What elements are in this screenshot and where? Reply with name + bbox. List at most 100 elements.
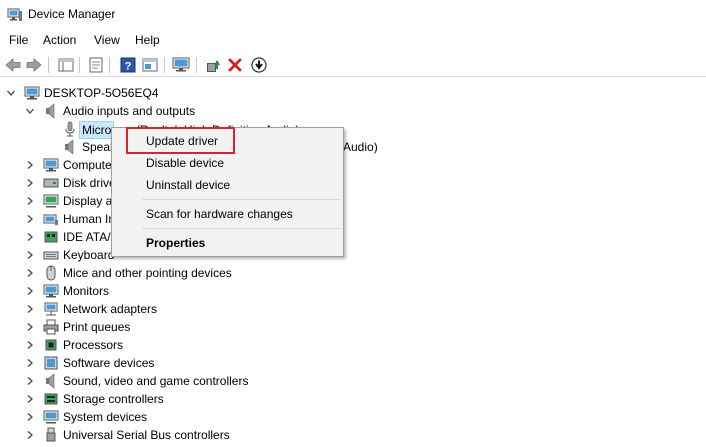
menu-separator bbox=[142, 199, 340, 200]
disable-device-menu-item[interactable]: Disable device bbox=[146, 154, 224, 172]
category-label: Mice and other pointing devices bbox=[63, 266, 232, 280]
tree-category-print-queues[interactable]: Print queues bbox=[0, 318, 300, 336]
tree-category-audio[interactable]: Audio inputs and outputs bbox=[0, 102, 300, 120]
network-adapter-icon bbox=[43, 301, 59, 317]
device-manager-icon bbox=[7, 8, 23, 22]
software-device-icon bbox=[43, 355, 59, 371]
highlight-box bbox=[126, 127, 235, 154]
toolbar-separator bbox=[196, 57, 197, 73]
chevron-right-icon[interactable] bbox=[25, 412, 35, 422]
update-driver-icon[interactable] bbox=[203, 55, 223, 75]
tree-category-storage-controllers[interactable]: Storage controllers bbox=[0, 390, 300, 408]
help-icon[interactable]: ? bbox=[118, 55, 138, 75]
toolbar-separator bbox=[164, 57, 165, 73]
speaker-icon bbox=[62, 139, 78, 155]
window-title: Device Manager bbox=[28, 7, 116, 21]
disable-device-icon[interactable] bbox=[249, 55, 269, 75]
chevron-right-icon[interactable] bbox=[25, 304, 35, 314]
scan-hardware-menu-item[interactable]: Scan for hardware changes bbox=[146, 205, 293, 223]
menu-file[interactable]: File bbox=[9, 33, 28, 47]
category-label: Software devices bbox=[63, 356, 155, 370]
toolbar: ? bbox=[0, 53, 706, 77]
root-label: DESKTOP-5O56EQ4 bbox=[44, 86, 159, 100]
category-label: Disk drive bbox=[63, 176, 116, 190]
speaker-icon bbox=[43, 373, 59, 389]
category-label: Display a bbox=[63, 194, 113, 208]
chevron-right-icon[interactable] bbox=[25, 160, 35, 170]
chevron-right-icon[interactable] bbox=[25, 232, 35, 242]
category-label: Compute bbox=[63, 158, 112, 172]
chevron-right-icon[interactable] bbox=[25, 376, 35, 386]
ide-controller-icon bbox=[43, 229, 59, 245]
chevron-right-icon[interactable] bbox=[25, 340, 35, 350]
chevron-right-icon[interactable] bbox=[25, 430, 35, 440]
tree-category-system-devices[interactable]: System devices bbox=[0, 408, 300, 426]
category-label: Audio inputs and outputs bbox=[63, 104, 196, 118]
tree-category-mice[interactable]: Mice and other pointing devices bbox=[0, 264, 300, 282]
processor-icon bbox=[43, 337, 59, 353]
category-label: System devices bbox=[63, 410, 148, 424]
chevron-right-icon[interactable] bbox=[25, 322, 35, 332]
back-icon[interactable] bbox=[3, 55, 23, 75]
uninstall-icon[interactable] bbox=[225, 55, 245, 75]
mouse-icon bbox=[43, 265, 59, 281]
chevron-right-icon[interactable] bbox=[25, 196, 35, 206]
action-pane-icon[interactable] bbox=[140, 55, 160, 75]
speaker-icon bbox=[43, 103, 59, 119]
properties-icon[interactable] bbox=[86, 55, 106, 75]
computer-icon bbox=[43, 157, 59, 173]
properties-menu-item[interactable]: Properties bbox=[146, 234, 205, 252]
device-label: Micro bbox=[79, 121, 115, 139]
device-label-tail: Audio) bbox=[343, 140, 378, 154]
human-interface-icon bbox=[43, 211, 59, 227]
category-label: Keyboard bbox=[63, 248, 115, 262]
category-label: Universal Serial Bus controllers bbox=[63, 428, 230, 442]
menu-help[interactable]: Help bbox=[135, 33, 160, 47]
show-hide-console-tree-icon[interactable] bbox=[56, 55, 76, 75]
chevron-right-icon[interactable] bbox=[25, 250, 35, 260]
tree-category-monitors[interactable]: Monitors bbox=[0, 282, 300, 300]
svg-text:?: ? bbox=[125, 61, 132, 73]
computer-icon bbox=[24, 85, 40, 101]
category-label: Sound, video and game controllers bbox=[63, 374, 249, 388]
menu-view[interactable]: View bbox=[94, 33, 120, 47]
chevron-right-icon[interactable] bbox=[25, 358, 35, 368]
tree-category-software-devices[interactable]: Software devices bbox=[0, 354, 300, 372]
chevron-down-icon[interactable] bbox=[25, 106, 35, 116]
tree-category-processors[interactable]: Processors bbox=[0, 336, 300, 354]
chevron-right-icon[interactable] bbox=[25, 286, 35, 296]
storage-controller-icon bbox=[43, 391, 59, 407]
title-bar: Device Manager bbox=[0, 0, 706, 30]
tree-category-sound-video[interactable]: Sound, video and game controllers bbox=[0, 372, 300, 390]
toolbar-separator bbox=[79, 57, 80, 73]
chevron-right-icon[interactable] bbox=[25, 394, 35, 404]
scan-hardware-icon[interactable] bbox=[171, 55, 191, 75]
toolbar-separator bbox=[109, 57, 110, 73]
menu-separator bbox=[142, 228, 340, 229]
uninstall-device-menu-item[interactable]: Uninstall device bbox=[146, 176, 230, 194]
forward-icon[interactable] bbox=[24, 55, 44, 75]
tree-root[interactable]: DESKTOP-5O56EQ4 bbox=[0, 84, 300, 102]
category-label: Storage controllers bbox=[63, 392, 164, 406]
system-device-icon bbox=[43, 409, 59, 425]
chevron-right-icon[interactable] bbox=[25, 268, 35, 278]
keyboard-icon bbox=[43, 247, 59, 263]
menu-bar: File Action View Help bbox=[0, 32, 706, 50]
disk-drive-icon bbox=[43, 175, 59, 191]
chevron-right-icon[interactable] bbox=[25, 214, 35, 224]
monitor-icon bbox=[43, 283, 59, 299]
tree-category-usb-controllers[interactable]: Universal Serial Bus controllers bbox=[0, 426, 300, 444]
category-label: Network adapters bbox=[63, 302, 158, 316]
usb-icon bbox=[43, 427, 59, 443]
category-label: Monitors bbox=[63, 284, 110, 298]
chevron-down-icon[interactable] bbox=[6, 88, 16, 98]
chevron-right-icon[interactable] bbox=[25, 178, 35, 188]
toolbar-separator bbox=[48, 57, 49, 73]
microphone-icon bbox=[62, 121, 78, 137]
printer-icon bbox=[43, 319, 59, 335]
tree-category-network-adapters[interactable]: Network adapters bbox=[0, 300, 300, 318]
category-label: Processors bbox=[63, 338, 124, 352]
category-label: Print queues bbox=[63, 320, 131, 334]
display-adapter-icon bbox=[43, 193, 59, 209]
menu-action[interactable]: Action bbox=[43, 33, 76, 47]
